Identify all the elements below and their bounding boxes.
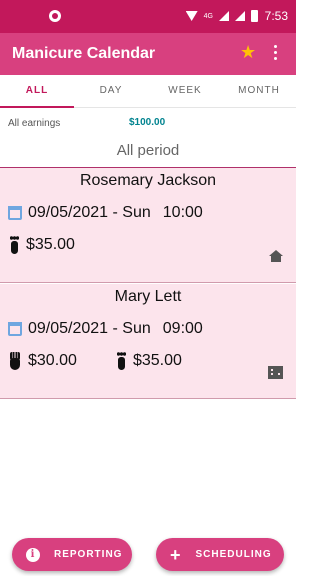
appointment-time: 09:00: [162, 320, 203, 337]
tab-all[interactable]: ALL: [0, 75, 74, 108]
period-tabs: ALL DAY WEEK MONTH: [0, 75, 296, 108]
service-price: $30.00: [28, 352, 77, 369]
client-name: Mary Lett: [114, 288, 182, 305]
earnings-value: $100.00: [129, 117, 166, 128]
signal-icon: [219, 11, 229, 21]
service-item: $30.00: [8, 352, 77, 370]
appointment-time: 10:00: [162, 204, 203, 221]
app-notification-icon: [49, 10, 61, 22]
status-bar: 4G 7:53: [0, 0, 296, 33]
service-price: $35.00: [132, 352, 182, 369]
building-icon: [268, 366, 283, 379]
services-row: $30.00 $35.00: [8, 352, 220, 370]
reporting-button[interactable]: i REPORTING: [12, 538, 132, 571]
wifi-icon: [185, 11, 198, 21]
client-name: Rosemary Jackson: [79, 172, 217, 189]
hand-icon: [8, 352, 22, 370]
scheduling-button[interactable]: + SCHEDULING: [156, 538, 284, 571]
home-icon: [269, 250, 283, 262]
network-type: 4G: [203, 12, 213, 20]
appointment-card[interactable]: Mary Lett 09/05/2021 - Sun 09:00 $30.00 …: [0, 284, 296, 399]
tab-day[interactable]: DAY: [74, 75, 148, 107]
appointment-datetime: 09/05/2021 - Sun 09:00: [8, 320, 203, 338]
tab-month[interactable]: MONTH: [222, 75, 296, 107]
calendar-icon: [8, 322, 22, 336]
info-icon: i: [26, 547, 40, 562]
appointment-card[interactable]: Rosemary Jackson 09/05/2021 - Sun 10:00 …: [0, 168, 296, 283]
foot-icon: [8, 236, 20, 254]
plus-icon: +: [170, 544, 182, 565]
signal-icon-2: [235, 11, 245, 21]
battery-icon: [251, 10, 258, 22]
app-title: Manicure Calendar: [12, 45, 156, 62]
service-price: $35.00: [26, 236, 75, 253]
appointment-datetime: 09/05/2021 - Sun 10:00: [8, 204, 203, 222]
status-icons: 4G: [185, 10, 258, 22]
star-icon[interactable]: ★: [240, 43, 256, 61]
appointment-date: 09/05/2021 - Sun: [28, 204, 151, 221]
calendar-icon: [8, 206, 22, 220]
app-bar: Manicure Calendar ★: [0, 33, 296, 75]
appointment-date: 09/05/2021 - Sun: [28, 320, 151, 337]
reporting-label: REPORTING: [54, 549, 123, 560]
period-label: All period: [116, 142, 180, 159]
tab-week[interactable]: WEEK: [148, 75, 222, 107]
clock: 7:53: [264, 9, 288, 23]
service-item: $35.00: [8, 236, 75, 254]
foot-icon: [115, 352, 127, 370]
earnings-label: All earnings: [8, 118, 61, 129]
service-item: $35.00: [115, 352, 182, 370]
scheduling-label: SCHEDULING: [195, 549, 272, 560]
services-row: $35.00: [8, 236, 113, 254]
more-vert-icon[interactable]: [274, 45, 278, 60]
